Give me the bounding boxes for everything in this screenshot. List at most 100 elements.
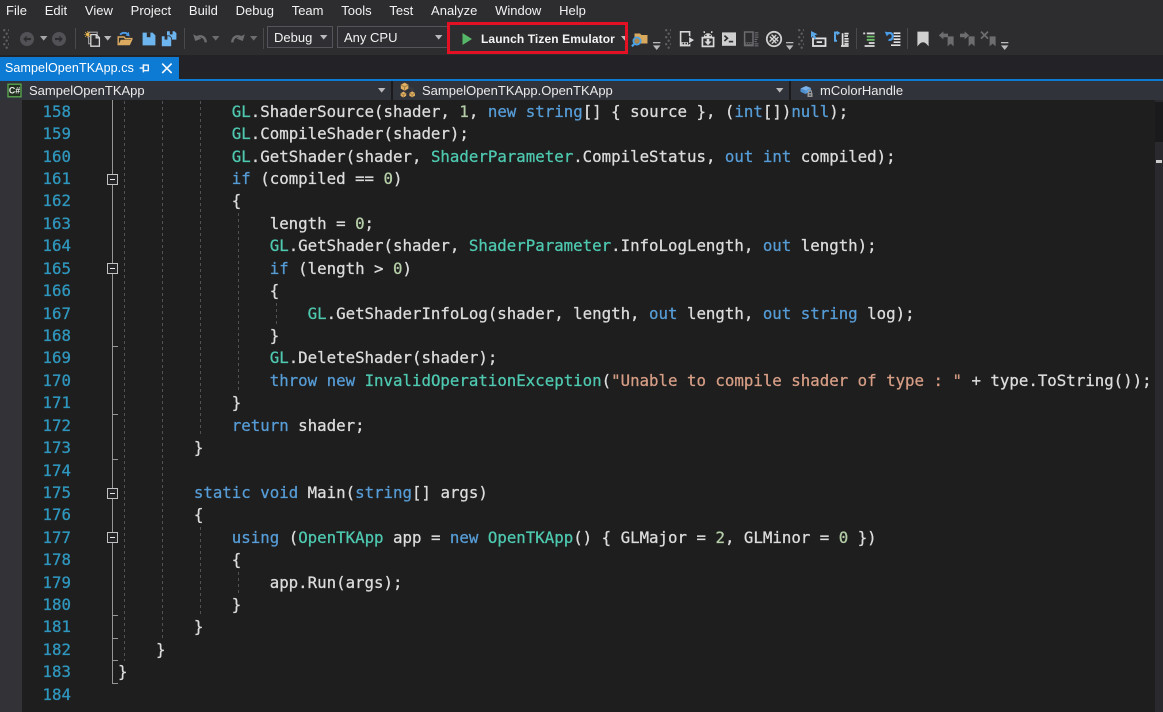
- attach-to-process-button[interactable]: [631, 22, 649, 55]
- menu-view[interactable]: View: [76, 0, 122, 22]
- next-bookmark-button[interactable]: [959, 22, 977, 55]
- line-number[interactable]: 161: [0, 168, 71, 190]
- code-line-167[interactable]: 167 GL.GetShaderInfoLog(shader, length, …: [0, 303, 1155, 325]
- menu-test[interactable]: Test: [381, 0, 423, 22]
- new-file-dropdown[interactable]: [104, 22, 112, 55]
- menu-team[interactable]: Team: [283, 0, 333, 22]
- toolbar-grip[interactable]: [798, 29, 804, 49]
- menu-analyze[interactable]: Analyze: [422, 0, 486, 22]
- save-all-button[interactable]: [160, 22, 178, 55]
- open-file-button[interactable]: [116, 22, 134, 55]
- code-line-181[interactable]: 181 }: [0, 616, 1155, 638]
- code-line-182[interactable]: 182 }: [0, 639, 1155, 661]
- device-properties-button[interactable]: [742, 22, 760, 55]
- pin-tab-button[interactable]: [134, 60, 155, 76]
- redo-button[interactable]: [229, 22, 247, 55]
- code-line-162[interactable]: 162 {: [0, 190, 1155, 212]
- menu-help[interactable]: Help: [550, 0, 595, 22]
- code-line-184[interactable]: 184: [0, 684, 1155, 706]
- menu-project[interactable]: Project: [122, 0, 180, 22]
- line-number[interactable]: 171: [0, 392, 71, 414]
- launch-on-device-button[interactable]: [678, 22, 696, 55]
- line-number[interactable]: 172: [0, 415, 71, 437]
- code-line-161[interactable]: 161 if (compiled == 0): [0, 168, 1155, 190]
- toggle-bookmark-button[interactable]: [914, 22, 932, 55]
- toolbar-grip[interactable]: [665, 29, 671, 49]
- line-number[interactable]: 163: [0, 213, 71, 235]
- line-number[interactable]: 166: [0, 280, 71, 302]
- nav-member-dropdown[interactable]: mColorHandle: [791, 81, 1163, 101]
- line-number[interactable]: 177: [0, 527, 71, 549]
- code-line-178[interactable]: 178 {: [0, 549, 1155, 571]
- combo-dropdown[interactable]: [431, 27, 447, 47]
- code-line-183[interactable]: 183}: [0, 661, 1155, 683]
- line-number[interactable]: 184: [0, 684, 71, 706]
- menu-debug[interactable]: Debug: [227, 0, 283, 22]
- line-number[interactable]: 179: [0, 572, 71, 594]
- menu-window[interactable]: Window: [486, 0, 550, 22]
- code-editor[interactable]: 158 GL.ShaderSource(shader, 1, new strin…: [0, 100, 1163, 712]
- close-tab-button[interactable]: [155, 60, 179, 76]
- code-line-169[interactable]: 169 GL.DeleteShader(shader);: [0, 347, 1155, 369]
- line-number[interactable]: 159: [0, 123, 71, 145]
- menu-file[interactable]: File: [0, 0, 36, 22]
- combo-dropdown[interactable]: [316, 27, 332, 47]
- line-number[interactable]: 181: [0, 616, 71, 638]
- code-line-160[interactable]: 160 GL.GetShader(shader, ShaderParameter…: [0, 146, 1155, 168]
- code-line-171[interactable]: 171 }: [0, 392, 1155, 414]
- code-line-168[interactable]: 168 }: [0, 325, 1155, 347]
- line-number[interactable]: 178: [0, 549, 71, 571]
- nav-type-dropdown[interactable]: SampelOpenTKApp.OpenTKApp: [393, 81, 789, 101]
- code-line-175[interactable]: 175 static void Main(string[] args): [0, 482, 1155, 504]
- uncomment-lines-button[interactable]: [884, 22, 902, 55]
- previous-bookmark-button[interactable]: [938, 22, 956, 55]
- menu-build[interactable]: Build: [180, 0, 227, 22]
- nav-project-dropdown[interactable]: C# SampelOpenTKApp: [0, 81, 391, 101]
- code-line-164[interactable]: 164 GL.GetShader(shader, ShaderParameter…: [0, 235, 1155, 257]
- line-number[interactable]: 170: [0, 370, 71, 392]
- line-number[interactable]: 175: [0, 482, 71, 504]
- solution-platform-combo[interactable]: Any CPU: [337, 26, 448, 48]
- emulator-manager-button[interactable]: [765, 22, 783, 55]
- launch-tizen-emulator-button[interactable]: Launch Tizen Emulator: [459, 22, 629, 55]
- navigate-backward-button[interactable]: [19, 22, 35, 55]
- menu-tools[interactable]: Tools: [332, 0, 380, 22]
- navigate-forward-button[interactable]: [51, 22, 67, 55]
- line-number[interactable]: 158: [0, 101, 71, 123]
- line-number[interactable]: 180: [0, 594, 71, 616]
- sync-with-document-button[interactable]: [832, 22, 850, 55]
- code-line-158[interactable]: 158 GL.ShaderSource(shader, 1, new strin…: [0, 101, 1155, 123]
- code-line-177[interactable]: 177 using (OpenTKApp app = new OpenTKApp…: [0, 527, 1155, 549]
- navigate-backward-dropdown[interactable]: [40, 22, 48, 55]
- line-number[interactable]: 174: [0, 460, 71, 482]
- clear-bookmarks-button[interactable]: [980, 22, 998, 55]
- code-line-174[interactable]: 174: [0, 460, 1155, 482]
- code-line-170[interactable]: 170 throw new InvalidOperationException(…: [0, 370, 1155, 392]
- navigate-to-button[interactable]: [809, 22, 827, 55]
- line-number[interactable]: 173: [0, 437, 71, 459]
- solution-configuration-combo[interactable]: Debug: [267, 26, 333, 48]
- toolbar-grip[interactable]: [3, 29, 9, 49]
- line-number[interactable]: 168: [0, 325, 71, 347]
- comment-lines-button[interactable]: [862, 22, 880, 55]
- line-number[interactable]: 165: [0, 258, 71, 280]
- code-line-165[interactable]: 165 if (length > 0): [0, 258, 1155, 280]
- line-number[interactable]: 167: [0, 303, 71, 325]
- code-line-172[interactable]: 172 return shader;: [0, 415, 1155, 437]
- terminal-button[interactable]: [720, 22, 738, 55]
- redo-dropdown[interactable]: [250, 22, 258, 55]
- undo-button[interactable]: [191, 22, 209, 55]
- line-number[interactable]: 176: [0, 504, 71, 526]
- new-file-button[interactable]: [84, 22, 102, 55]
- code-line-163[interactable]: 163 length = 0;: [0, 213, 1155, 235]
- code-line-173[interactable]: 173 }: [0, 437, 1155, 459]
- document-tab[interactable]: SampelOpenTKApp.cs: [0, 57, 179, 79]
- line-number[interactable]: 183: [0, 661, 71, 683]
- scrollbar-thumb[interactable]: [1155, 102, 1163, 142]
- line-number[interactable]: 164: [0, 235, 71, 257]
- line-number[interactable]: 160: [0, 146, 71, 168]
- code-line-159[interactable]: 159 GL.CompileShader(shader);: [0, 123, 1155, 145]
- line-number[interactable]: 182: [0, 639, 71, 661]
- code-line-179[interactable]: 179 app.Run(args);: [0, 572, 1155, 594]
- code-line-166[interactable]: 166 {: [0, 280, 1155, 302]
